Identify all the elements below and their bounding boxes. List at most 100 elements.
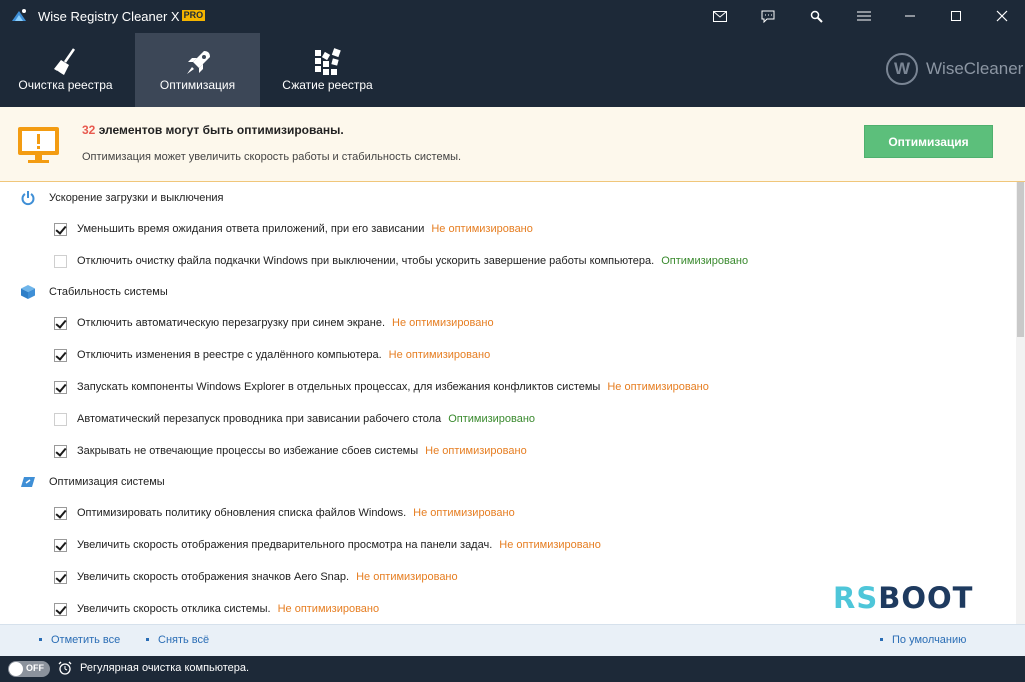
rsboot-watermark: RSBOOT bbox=[833, 581, 973, 615]
settings-icon[interactable] bbox=[804, 4, 828, 28]
app-title: Wise Registry Cleaner X PRO bbox=[38, 9, 206, 24]
item-checkbox[interactable] bbox=[54, 507, 67, 520]
item-text: Увеличить скорость отображения предварит… bbox=[77, 539, 493, 551]
item-label: Автоматический перезапуск проводника при… bbox=[77, 413, 535, 425]
alarm-clock-icon bbox=[58, 661, 72, 675]
tab-label: Очистка реестра bbox=[18, 78, 113, 92]
item-label: Увеличить скорость отклика системы. Не оп… bbox=[77, 603, 379, 615]
item-text: Оптимизировать политику обновления списк… bbox=[77, 507, 407, 519]
item-label: Закрывать не отвечающие процессы во избе… bbox=[77, 445, 527, 457]
minimize-icon[interactable] bbox=[898, 4, 922, 28]
list-item[interactable]: Отключить автоматическую перезагрузку пр… bbox=[0, 308, 1000, 340]
item-text: Запускать компоненты Windows Explorer в … bbox=[77, 381, 601, 393]
item-checkbox[interactable] bbox=[54, 445, 67, 458]
list-actions-bar: Отметить все Снять всё По умолчанию bbox=[0, 624, 1025, 656]
maximize-icon[interactable] bbox=[944, 4, 968, 28]
item-status: Не оптимизировано bbox=[425, 445, 527, 457]
item-text: Отключить автоматическую перезагрузку пр… bbox=[77, 317, 386, 329]
power-icon bbox=[20, 190, 36, 206]
summary-banner: 32 элементов могут быть оптимизированы. … bbox=[0, 107, 1025, 182]
item-label: Увеличить скорость отображения предварит… bbox=[77, 539, 601, 551]
item-status: Не оптимизировано bbox=[277, 603, 380, 615]
item-status: Не оптимизировано bbox=[388, 349, 491, 361]
item-checkbox[interactable] bbox=[54, 255, 67, 268]
app-title-text: Wise Registry Cleaner X bbox=[38, 9, 180, 24]
scheduled-clean-toggle[interactable]: OFF bbox=[8, 661, 50, 677]
broom-icon bbox=[53, 48, 75, 75]
item-checkbox[interactable] bbox=[54, 223, 67, 236]
brand-initial: W bbox=[886, 53, 918, 85]
item-status: Не оптимизировано bbox=[356, 571, 458, 583]
item-text: Автоматический перезапуск проводника при… bbox=[77, 413, 442, 425]
list-item[interactable]: Запускать компоненты Windows Explorer в … bbox=[0, 372, 1000, 404]
item-checkbox[interactable] bbox=[54, 317, 67, 330]
watermark-rs: RS bbox=[833, 581, 879, 615]
list-item[interactable]: Автоматический перезапуск проводника при… bbox=[0, 404, 1000, 436]
item-label: Отключить автоматическую перезагрузку пр… bbox=[77, 317, 494, 329]
optimize-button[interactable]: Оптимизация bbox=[864, 125, 993, 158]
rocket-icon bbox=[186, 51, 210, 74]
list-item[interactable]: Уменьшить время ожидания ответа приложен… bbox=[0, 214, 1000, 246]
scrollbar[interactable] bbox=[1016, 182, 1025, 624]
tab-label: Сжатие реестра bbox=[282, 78, 373, 92]
list-item[interactable]: Закрывать не отвечающие процессы во избе… bbox=[0, 436, 1000, 468]
optimization-list: Ускорение загрузки и выключения Уменьшить… bbox=[0, 182, 1025, 624]
item-status: Не оптимизировано bbox=[607, 381, 709, 393]
issue-count: 32 bbox=[82, 123, 96, 137]
item-label: Уменьшить время ожидания ответа приложен… bbox=[77, 223, 533, 235]
list-item[interactable]: Отключить изменения в реестре с удалённо… bbox=[0, 340, 1000, 372]
app-header: Wise Registry Cleaner X PRO Очистка реес… bbox=[0, 0, 1025, 107]
toggle-knob bbox=[9, 662, 23, 676]
cube-icon bbox=[20, 284, 36, 300]
banner-subtitle: Оптимизация может увеличить скорость раб… bbox=[82, 151, 462, 163]
defrag-icon bbox=[314, 48, 341, 75]
tab-registry-cleaner[interactable]: Очистка реестра bbox=[3, 33, 128, 107]
toggle-label: OFF bbox=[26, 663, 44, 673]
item-checkbox[interactable] bbox=[54, 539, 67, 552]
list-item[interactable]: Увеличить скорость отображения предварит… bbox=[0, 530, 1000, 562]
item-status: Не оптимизировано bbox=[392, 317, 494, 329]
tab-optimization[interactable]: Оптимизация bbox=[135, 33, 260, 107]
menu-icon[interactable] bbox=[852, 4, 876, 28]
watermark-boot: BOOT bbox=[878, 581, 974, 615]
select-all-link[interactable]: Отметить все bbox=[38, 634, 120, 646]
default-link[interactable]: По умолчанию bbox=[879, 634, 966, 646]
item-checkbox[interactable] bbox=[54, 349, 67, 362]
scrollbar-thumb[interactable] bbox=[1017, 182, 1024, 337]
item-checkbox[interactable] bbox=[54, 571, 67, 584]
title-bar: Wise Registry Cleaner X PRO bbox=[0, 0, 1025, 32]
banner-title-text: элементов могут быть оптимизированы. bbox=[95, 123, 344, 137]
item-status: Оптимизировано bbox=[661, 255, 749, 267]
item-checkbox[interactable] bbox=[54, 381, 67, 394]
item-checkbox[interactable] bbox=[54, 413, 67, 426]
pro-badge: PRO bbox=[181, 10, 206, 21]
status-bar: OFF Регулярная очистка компьютера. bbox=[0, 656, 1025, 682]
section-label: Стабильность системы bbox=[49, 286, 168, 298]
item-text: Уменьшить время ожидания ответа приложен… bbox=[77, 223, 425, 235]
section-header: Оптимизация системы bbox=[0, 468, 1000, 496]
item-text: Закрывать не отвечающие процессы во избе… bbox=[77, 445, 419, 457]
item-label: Увеличить скорость отображения значков A… bbox=[77, 571, 458, 583]
item-status: Не оптимизировано bbox=[499, 539, 601, 551]
app-logo-icon bbox=[12, 9, 26, 21]
item-text: Увеличить скорость отображения значков A… bbox=[77, 571, 350, 583]
item-text: Увеличить скорость отклика системы. bbox=[77, 603, 271, 615]
mail-icon[interactable] bbox=[708, 4, 732, 28]
item-label: Запускать компоненты Windows Explorer в … bbox=[77, 381, 709, 393]
list-item[interactable]: Отключить очистку файла подкачки Windows… bbox=[0, 246, 1000, 278]
deselect-all-link[interactable]: Снять всё bbox=[145, 634, 209, 646]
item-status: Не оптимизировано bbox=[431, 223, 533, 235]
section-label: Ускорение загрузки и выключения bbox=[49, 192, 224, 204]
feedback-icon[interactable] bbox=[756, 4, 780, 28]
wisecleaner-logo: W WiseCleaner bbox=[886, 53, 1023, 85]
list-item[interactable]: Оптимизировать политику обновления списк… bbox=[0, 498, 1000, 530]
close-icon[interactable] bbox=[990, 4, 1014, 28]
section-header: Стабильность системы bbox=[0, 278, 1000, 306]
banner-title: 32 элементов могут быть оптимизированы. bbox=[82, 123, 344, 137]
item-status: Оптимизировано bbox=[448, 413, 536, 425]
item-checkbox[interactable] bbox=[54, 603, 67, 616]
item-status: Не оптимизировано bbox=[413, 507, 515, 519]
section-label: Оптимизация системы bbox=[49, 476, 165, 488]
warning-monitor-icon bbox=[18, 127, 59, 163]
tab-registry-defrag[interactable]: Сжатие реестра bbox=[265, 33, 390, 107]
